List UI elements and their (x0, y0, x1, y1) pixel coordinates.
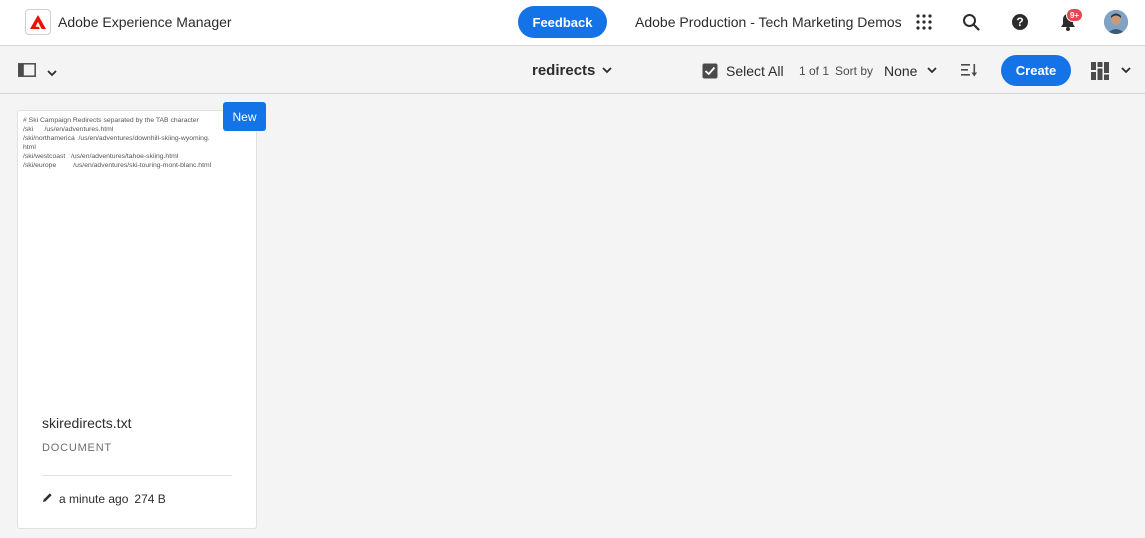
asset-title[interactable]: skiredirects.txt (42, 415, 131, 431)
svg-text:?: ? (1016, 15, 1023, 29)
feedback-button[interactable]: Feedback (518, 6, 607, 38)
chevron-down-icon (47, 64, 57, 82)
chevron-down-icon[interactable] (1121, 67, 1131, 74)
divider (42, 475, 232, 476)
new-badge: New (223, 102, 266, 131)
apps-grid-icon[interactable] (913, 11, 935, 33)
asset-meta: a minute ago 274 B (42, 492, 166, 506)
action-bar: redirects Select All 1 of 1 Sort by None (0, 47, 1145, 94)
adobe-logo-icon[interactable] (25, 9, 51, 35)
side-panel-icon (18, 63, 36, 82)
avatar[interactable] (1104, 10, 1128, 34)
modified-time: a minute ago (59, 492, 129, 506)
chevron-down-icon[interactable] (602, 67, 612, 74)
sort-order-icon[interactable] (961, 63, 978, 77)
search-icon[interactable] (960, 11, 982, 33)
file-size: 274 B (134, 492, 166, 506)
notification-badge: 9+ (1066, 8, 1083, 22)
shell-header: Adobe Experience Manager Feedback Adobe … (0, 0, 1145, 46)
app-name[interactable]: Adobe Experience Manager (58, 14, 232, 30)
file-preview: # Ski Campaign Redirects separated by th… (23, 117, 212, 169)
sort-select[interactable]: None (884, 63, 917, 79)
sort-by-label: Sort by (835, 64, 874, 78)
card-view-icon[interactable] (1091, 62, 1109, 80)
select-all-button[interactable]: Select All (726, 63, 784, 79)
create-button[interactable]: Create (1001, 55, 1071, 86)
item-count: 1 of 1 (799, 64, 830, 78)
org-switcher[interactable]: Adobe Production - Tech Marketing Demos (635, 14, 902, 30)
asset-card[interactable]: # Ski Campaign Redirects separated by th… (17, 110, 257, 529)
help-icon[interactable]: ? (1009, 11, 1031, 33)
chevron-down-icon[interactable] (927, 67, 937, 74)
checkbox-icon[interactable] (702, 63, 718, 79)
rail-toggle-button[interactable] (18, 63, 57, 82)
folder-title[interactable]: redirects (532, 62, 595, 79)
asset-type: DOCUMENT (42, 442, 112, 454)
pencil-icon (42, 492, 53, 506)
